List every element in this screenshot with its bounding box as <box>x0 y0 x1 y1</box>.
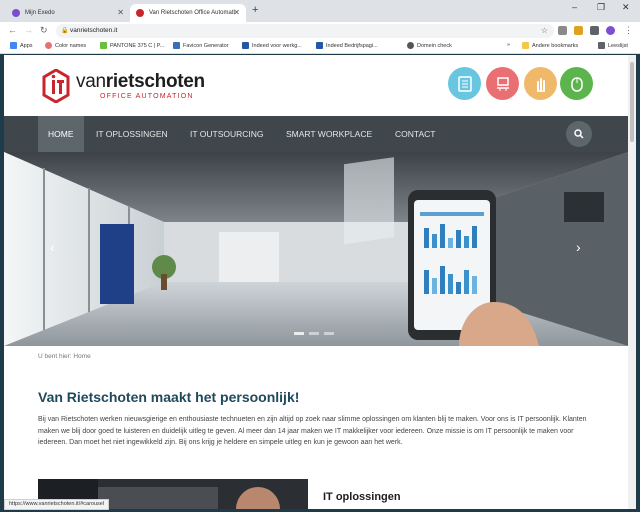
apps-grid-icon <box>10 42 17 49</box>
hero-carousel[interactable]: ‹ › <box>4 152 628 346</box>
intro-paragraph: Bij van Rietschoten werken nieuwsgierige… <box>38 416 587 447</box>
close-tab-icon[interactable]: ✕ <box>117 8 124 17</box>
mouse-icon[interactable] <box>560 67 593 100</box>
nav-home[interactable]: HOME <box>38 116 84 152</box>
close-window-icon[interactable]: ✕ <box>622 2 630 13</box>
document-icon[interactable] <box>448 67 481 100</box>
rietschoten-favicon-icon <box>136 9 144 17</box>
indeed-icon <box>316 42 323 49</box>
bookmark-indeed-werkgevers[interactable]: Indeed voor werkg... <box>242 42 302 49</box>
menu-icon[interactable]: ⋮ <box>624 25 633 36</box>
carousel-prev-icon[interactable]: ‹ <box>50 239 55 255</box>
reload-icon[interactable]: ↻ <box>40 25 48 36</box>
exedo-favicon-icon <box>12 9 20 17</box>
favicon-icon <box>173 42 180 49</box>
logo-subtitle: OFFICE AUTOMATION <box>100 93 194 100</box>
search-button[interactable] <box>566 121 592 147</box>
close-tab-icon[interactable]: ✕ <box>233 8 240 17</box>
new-tab-button[interactable]: + <box>252 4 258 16</box>
site-logo[interactable]: vanrietschoten OFFICE AUTOMATION <box>42 69 222 105</box>
nav-it-oplossingen[interactable]: IT OPLOSSINGEN <box>86 116 178 152</box>
pantone-icon <box>100 42 107 49</box>
more-bookmarks-icon[interactable]: » <box>507 42 510 48</box>
other-bookmarks-folder[interactable]: Andere bookmarks <box>522 42 578 49</box>
workplace-icon[interactable] <box>486 67 519 100</box>
minimize-icon[interactable]: – <box>572 2 577 12</box>
tab-title: Mijn Exedo <box>25 10 55 16</box>
globe-icon <box>407 42 414 49</box>
logo-wordmark: vanrietschoten <box>76 71 205 92</box>
tab-title: Van Rietschoten Office Automati <box>149 10 235 16</box>
color-wheel-icon <box>45 42 52 49</box>
page-title: Van Rietschoten maakt het persoonlijk! <box>38 389 300 405</box>
bookmark-apps[interactable]: Apps <box>10 42 33 49</box>
tab-mijn-exedo[interactable]: Mijn Exedo ✕ <box>6 4 130 22</box>
carousel-next-icon[interactable]: › <box>576 239 581 255</box>
bookmarks-bar: Apps Color names PANTONE 375 C | P... Fa… <box>0 40 640 54</box>
nav-it-outsourcing[interactable]: IT OUTSOURCING <box>180 116 274 152</box>
search-icon <box>574 129 584 139</box>
bookmark-indeed-bedrijfspagina[interactable]: Indeed Bedrijfspagi... <box>316 42 378 49</box>
bookmark-favicon-generator[interactable]: Favicon Generator <box>173 42 229 49</box>
folder-icon <box>522 42 529 49</box>
logo-mark-icon <box>42 69 70 103</box>
nav-contact[interactable]: CONTACT <box>385 116 445 152</box>
bookmark-star-icon[interactable]: ☆ <box>541 24 548 38</box>
reading-list-icon <box>598 42 605 49</box>
key-icon[interactable] <box>574 26 583 35</box>
indeed-icon <box>242 42 249 49</box>
main-navigation: HOME IT OPLOSSINGEN IT OUTSOURCING SMART… <box>4 116 628 152</box>
status-url: https://www.vanrietschoten.it/#carousel <box>4 499 110 510</box>
forward-icon[interactable]: → <box>24 25 33 35</box>
back-icon[interactable]: ← <box>8 25 17 35</box>
bookmark-pantone[interactable]: PANTONE 375 C | P... <box>100 42 164 49</box>
reading-list[interactable]: Leeslijst <box>598 42 628 49</box>
nav-smart-workplace[interactable]: SMART WORKPLACE <box>276 116 382 152</box>
tab-van-rietschoten[interactable]: Van Rietschoten Office Automati ✕ <box>130 4 246 22</box>
breadcrumb: U bent hier: Home <box>38 353 91 360</box>
tab-strip: Mijn Exedo ✕ Van Rietschoten Office Auto… <box>0 0 640 22</box>
camera-icon[interactable] <box>558 26 567 35</box>
section-title: IT oplossingen <box>323 491 401 503</box>
maximize-icon[interactable]: ❐ <box>597 2 605 13</box>
bookmark-color-names[interactable]: Color names <box>45 42 86 49</box>
toolbar: ← → ↻ 🔒 vanrietschoten.it ☆ ⋮ <box>0 22 640 40</box>
bookmark-domein-check[interactable]: Domein check <box>407 42 452 49</box>
office-lobby-image <box>4 152 628 346</box>
extensions-icon[interactable] <box>590 26 599 35</box>
profile-avatar[interactable] <box>606 26 615 35</box>
lock-icon: 🔒 <box>61 28 69 34</box>
url-text: vanrietschoten.it <box>70 27 118 34</box>
web-page: vanrietschoten OFFICE AUTOMATION HOME IT… <box>4 55 628 509</box>
scrollbar-thumb[interactable] <box>630 62 634 142</box>
hand-icon[interactable] <box>524 67 557 100</box>
address-bar[interactable]: 🔒 vanrietschoten.it ☆ <box>56 24 554 38</box>
